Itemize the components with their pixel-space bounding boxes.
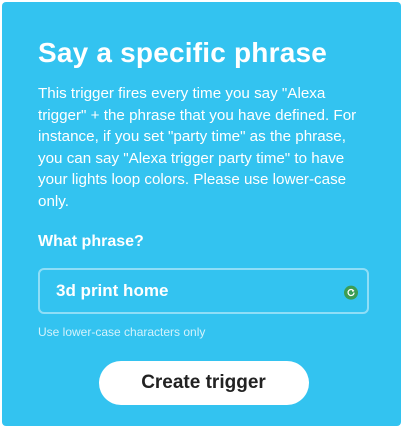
trigger-description: This trigger fires every time you say "A… bbox=[38, 85, 357, 210]
lowercase-hint: Use lower-case characters only bbox=[38, 324, 206, 339]
refresh-icon[interactable] bbox=[344, 285, 358, 300]
create-trigger-button[interactable]: Create trigger bbox=[98, 360, 309, 405]
refresh-icon-glyph bbox=[347, 288, 355, 296]
phrase-field-label: What phrase? bbox=[38, 232, 144, 250]
trigger-card: Say a specific phrase This trigger fires… bbox=[2, 2, 401, 426]
phrase-input-wrapper bbox=[38, 267, 369, 314]
card-title: Say a specific phrase bbox=[38, 37, 328, 68]
button-row: Create trigger bbox=[38, 360, 369, 405]
phrase-input[interactable] bbox=[40, 269, 367, 312]
